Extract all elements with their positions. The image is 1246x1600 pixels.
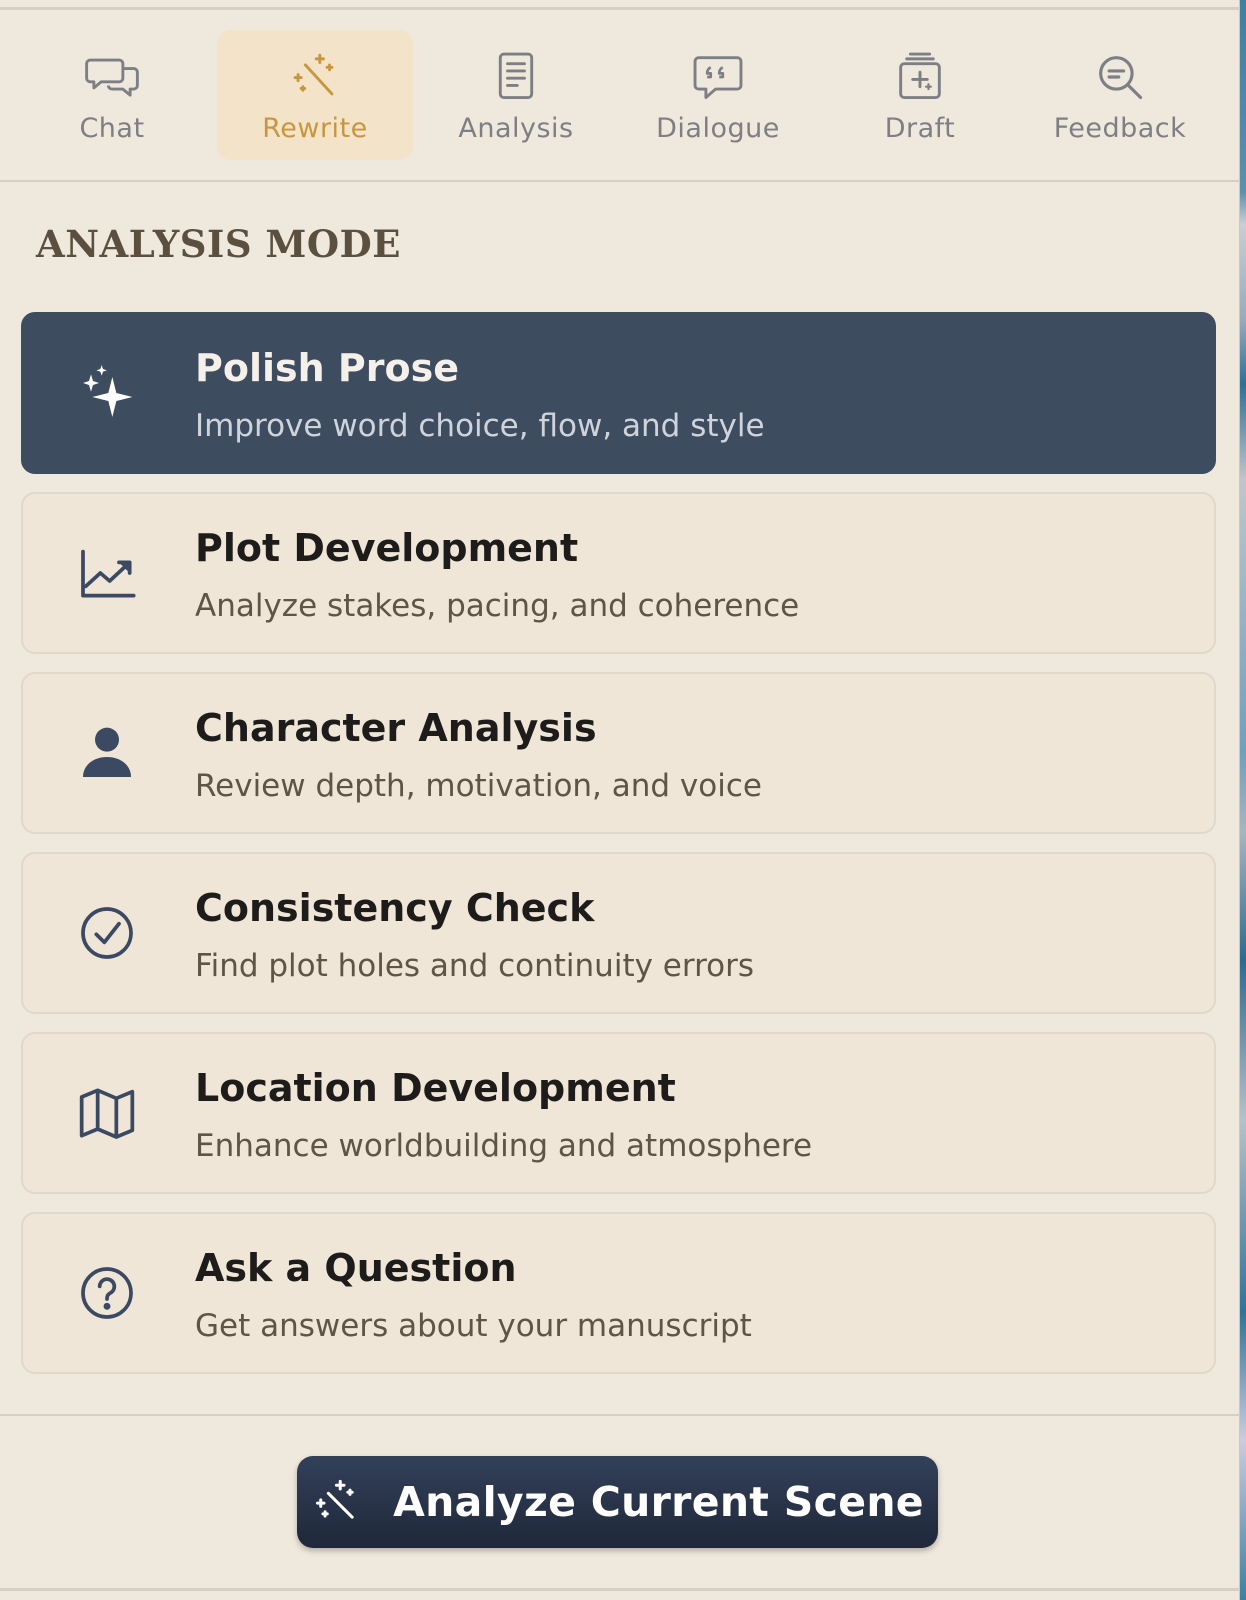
tab-label: Draft: [884, 112, 956, 144]
tab-dialogue[interactable]: Dialogue: [620, 30, 816, 160]
mode-title: Ask a Question: [195, 1246, 517, 1290]
tab-chat[interactable]: Chat: [14, 30, 210, 160]
mode-polish-prose[interactable]: Polish Prose Improve word choice, flow, …: [21, 312, 1216, 474]
mode-title: Location Development: [195, 1066, 676, 1110]
mode-description: Find plot holes and continuity errors: [195, 948, 754, 984]
tab-bar: Chat Rewrite Analysis Dialogue Draft Fee…: [0, 10, 1240, 182]
bottom-divider: [0, 1588, 1240, 1591]
mode-consistency-check[interactable]: Consistency Check Find plot holes and co…: [21, 852, 1216, 1014]
document-icon: [486, 47, 546, 107]
mode-title: Plot Development: [195, 526, 579, 570]
question-circle-icon: [75, 1261, 139, 1325]
mode-list: Polish Prose Improve word choice, flow, …: [21, 312, 1216, 1392]
mode-ask-question[interactable]: Ask a Question Get answers about your ma…: [21, 1212, 1216, 1374]
check-circle-icon: [75, 901, 139, 965]
mode-title: Character Analysis: [195, 706, 597, 750]
magnifier-icon: [1090, 47, 1150, 107]
mode-plot-development[interactable]: Plot Development Analyze stakes, pacing,…: [21, 492, 1216, 654]
tab-label: Rewrite: [262, 112, 368, 144]
mode-location-development[interactable]: Location Development Enhance worldbuildi…: [21, 1032, 1216, 1194]
tab-rewrite[interactable]: Rewrite: [217, 30, 413, 160]
mode-title: Polish Prose: [195, 346, 459, 390]
tab-label: Chat: [79, 112, 145, 144]
mode-title: Consistency Check: [195, 886, 595, 930]
tab-draft[interactable]: Draft: [822, 30, 1018, 160]
magic-wand-icon: [311, 1474, 367, 1530]
quote-bubble-icon: [688, 47, 748, 107]
draft-stack-icon: [890, 47, 950, 107]
analyze-current-scene-button[interactable]: Analyze Current Scene: [297, 1456, 938, 1548]
mode-description: Review depth, motivation, and voice: [195, 768, 762, 804]
magic-wand-icon: [285, 47, 345, 107]
map-icon: [75, 1081, 139, 1145]
mode-character-analysis[interactable]: Character Analysis Review depth, motivat…: [21, 672, 1216, 834]
chat-bubbles-icon: [82, 47, 142, 107]
analysis-panel: Chat Rewrite Analysis Dialogue Draft Fee…: [0, 0, 1240, 1600]
mode-description: Analyze stakes, pacing, and coherence: [195, 588, 800, 624]
tab-feedback[interactable]: Feedback: [1022, 30, 1218, 160]
background-window-edge: [1240, 0, 1246, 1600]
mode-description: Get answers about your manuscript: [195, 1308, 752, 1344]
mode-description: Improve word choice, flow, and style: [195, 408, 765, 444]
section-title: ANALYSIS MODE: [36, 222, 401, 266]
mode-description: Enhance worldbuilding and atmosphere: [195, 1128, 813, 1164]
trend-chart-icon: [75, 541, 139, 605]
button-label: Analyze Current Scene: [393, 1478, 924, 1526]
person-icon: [75, 721, 139, 785]
tab-label: Feedback: [1053, 112, 1187, 144]
tab-label: Dialogue: [656, 112, 780, 144]
tab-analysis[interactable]: Analysis: [418, 30, 614, 160]
tab-label: Analysis: [458, 112, 574, 144]
footer-divider: [0, 1414, 1240, 1416]
sparkles-icon: [75, 361, 139, 425]
